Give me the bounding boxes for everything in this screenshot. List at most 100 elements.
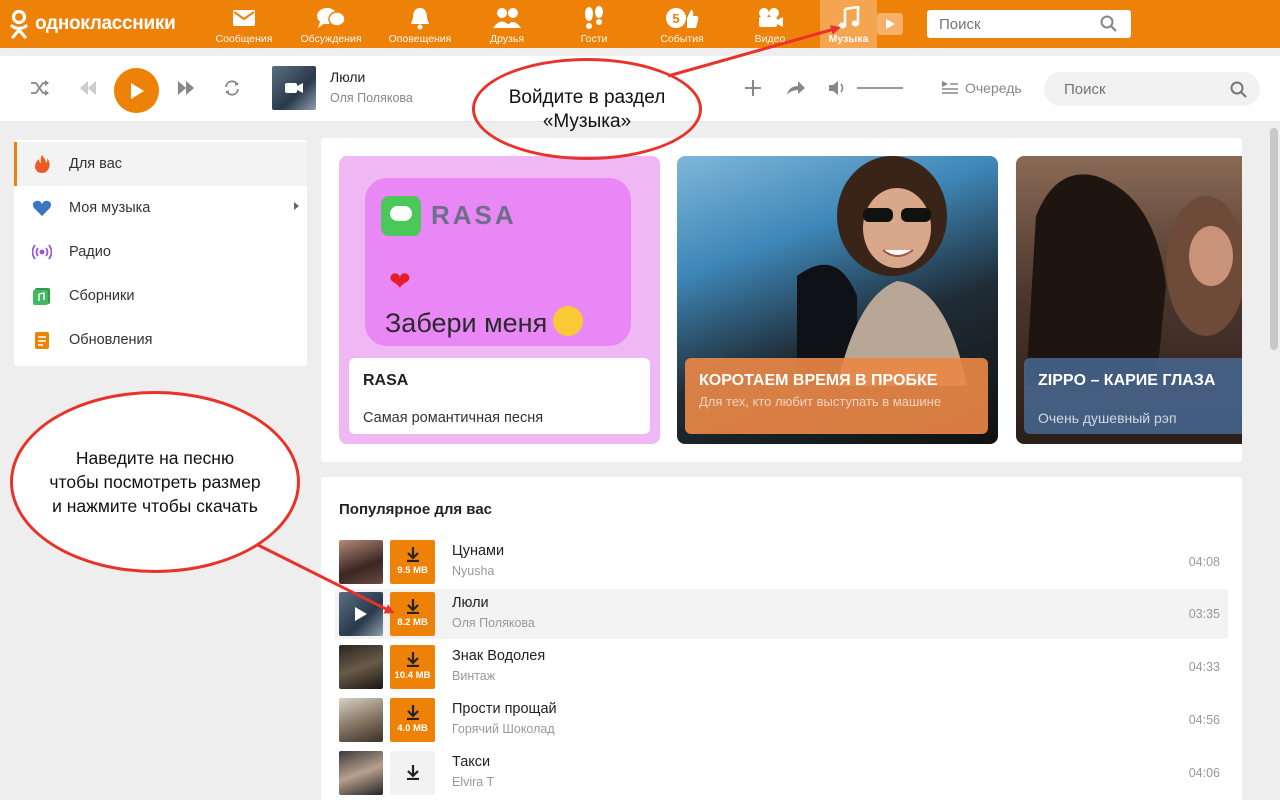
nav-music[interactable]: Музыка	[820, 0, 877, 48]
track-cover[interactable]	[339, 698, 383, 742]
video-play-tab[interactable]	[877, 13, 903, 35]
track-duration: 04:56	[1188, 713, 1220, 727]
download-button[interactable]: 10.4 MB	[390, 645, 435, 689]
banner-caption: КОРОТАЕМ ВРЕМЯ В ПРОБКЕ Для тех, кто люб…	[685, 358, 988, 434]
repeat-icon[interactable]	[222, 78, 242, 98]
track-artist[interactable]: Оля Полякова	[452, 616, 535, 630]
track-cover[interactable]	[339, 645, 383, 689]
share-arrow-icon[interactable]	[786, 80, 806, 96]
ok-logo-icon	[10, 9, 28, 39]
previous-icon[interactable]	[78, 80, 98, 96]
nav-events[interactable]: 5 События	[654, 0, 710, 48]
now-playing-artist[interactable]: Оля Полякова	[330, 91, 413, 105]
download-button[interactable]	[390, 751, 435, 795]
banner-subtitle: Самая романтичная песня	[363, 410, 544, 426]
track-row[interactable]: 8.2 MB Люли Оля Полякова 03:35	[335, 589, 1228, 639]
artwork-brand: RASA	[431, 200, 517, 230]
footprints-icon	[585, 6, 603, 29]
artwork-song-title: Забери меня	[385, 306, 584, 339]
heart-icon	[32, 200, 52, 216]
download-icon	[406, 652, 419, 667]
radio-icon	[32, 244, 52, 260]
video-camera-icon	[285, 83, 303, 93]
track-cover[interactable]	[339, 592, 383, 636]
nav-label: Гости	[580, 33, 608, 45]
track-row[interactable]: 10.4 MB Знак Водолея Винтаж 04:33	[335, 642, 1228, 692]
track-cover[interactable]	[339, 751, 383, 795]
svg-text:5: 5	[672, 11, 679, 26]
fire-icon	[35, 155, 50, 173]
now-playing-title[interactable]: Люли	[330, 69, 365, 85]
sidebar-item-updates[interactable]: Обновления	[14, 318, 307, 362]
collections-icon	[33, 288, 50, 305]
track-row[interactable]: 4.0 MB Прости прощай Горячий Шоколад 04:…	[335, 695, 1228, 745]
sidebar-item-label: Для вас	[69, 156, 123, 172]
nav-messages[interactable]: Сообщения	[212, 0, 276, 48]
nav-friends[interactable]: Друзья	[482, 0, 532, 48]
track-duration: 04:06	[1188, 766, 1220, 780]
banner-title: КОРОТАЕМ ВРЕМЯ В ПРОБКЕ	[699, 372, 938, 389]
annotation-line: и нажмите чтобы скачать	[52, 496, 258, 516]
banner-photo	[1026, 174, 1242, 386]
music-note-icon	[838, 6, 859, 29]
track-duration: 04:08	[1188, 555, 1220, 569]
queue-icon[interactable]	[941, 80, 959, 96]
music-search-input[interactable]	[1044, 72, 1260, 106]
logo[interactable]: одноклассники	[8, 9, 176, 39]
envelope-icon	[233, 10, 255, 26]
track-duration: 03:35	[1188, 607, 1220, 621]
play-icon	[886, 19, 895, 29]
download-button[interactable]: 9.5 MB	[390, 540, 435, 584]
search-icon[interactable]	[1100, 15, 1118, 33]
annotation-line: Наведите на песню	[75, 448, 235, 468]
now-playing-cover[interactable]	[272, 66, 316, 110]
popular-section: Популярное для вас 9.5 MB Цунами Nyusha …	[321, 477, 1242, 800]
nav-label: Музыка	[828, 33, 869, 45]
play-button[interactable]	[114, 68, 159, 113]
download-button[interactable]: 4.0 MB	[390, 698, 435, 742]
sidebar-item-collections[interactable]: Сборники	[14, 274, 307, 318]
volume-slider[interactable]	[857, 87, 903, 89]
nav-video[interactable]: Видео	[748, 0, 792, 48]
queue-button[interactable]: Очередь	[965, 80, 1022, 96]
nav-discussions[interactable]: Обсуждения	[296, 0, 366, 48]
chevron-right-icon	[294, 202, 299, 210]
section-title: Популярное для вас	[339, 501, 493, 518]
track-artist[interactable]: Горячий Шоколад	[452, 722, 555, 736]
track-artist[interactable]: Nyusha	[452, 564, 494, 578]
track-row[interactable]: Такси Elvira T 04:06	[335, 748, 1228, 798]
featured-banners: RASA ❤ Забери меня RASA Самая романтична…	[321, 138, 1242, 462]
sidebar-item-my-music[interactable]: Моя музыка	[14, 186, 307, 230]
nav-label: Оповещения	[388, 33, 452, 45]
track-row[interactable]: 9.5 MB Цунами Nyusha 04:08	[335, 537, 1228, 587]
track-title[interactable]: Такси	[452, 754, 490, 770]
nav-notifications[interactable]: Оповещения	[384, 0, 456, 48]
search-icon[interactable]	[1230, 81, 1248, 99]
banner-rasa[interactable]: RASA ❤ Забери меня RASA Самая романтична…	[339, 156, 660, 444]
sidebar-item-radio[interactable]: Радио	[14, 230, 307, 274]
file-size: 9.5 MB	[397, 565, 428, 576]
banner-traffic-jam[interactable]: КОРОТАЕМ ВРЕМЯ В ПРОБКЕ Для тех, кто люб…	[677, 156, 998, 444]
volume-icon[interactable]	[828, 80, 848, 96]
events-icon: 5	[666, 8, 699, 28]
track-duration: 04:33	[1188, 660, 1220, 674]
sidebar-item-for-you[interactable]: Для вас	[14, 142, 307, 186]
track-title[interactable]: Цунами	[452, 543, 504, 559]
chat-bubbles-icon	[317, 8, 346, 28]
next-icon[interactable]	[176, 80, 196, 96]
nav-label: Видео	[754, 33, 786, 45]
track-artist[interactable]: Elvira T	[452, 775, 494, 789]
track-cover[interactable]	[339, 540, 383, 584]
nav-guests[interactable]: Гости	[572, 0, 616, 48]
track-title[interactable]: Знак Водолея	[452, 648, 545, 664]
file-size: 8.2 MB	[397, 617, 428, 628]
page-scrollbar[interactable]	[1270, 128, 1278, 350]
add-icon[interactable]	[744, 79, 762, 97]
video-camera-icon	[759, 8, 783, 27]
track-title[interactable]: Люли	[452, 595, 489, 611]
track-artist[interactable]: Винтаж	[452, 669, 495, 683]
banner-zippo[interactable]: ZIPPO – КАРИЕ ГЛАЗА Очень душевный рэп	[1016, 156, 1242, 444]
shuffle-icon[interactable]	[30, 80, 50, 96]
track-title[interactable]: Прости прощай	[452, 701, 557, 717]
download-button[interactable]: 8.2 MB	[390, 592, 435, 636]
